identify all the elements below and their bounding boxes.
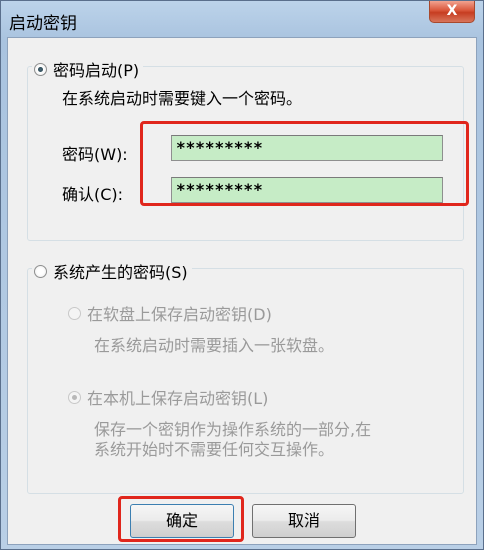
local-radio[interactable] bbox=[68, 390, 81, 404]
cancel-button[interactable]: 取消 bbox=[252, 504, 356, 538]
system-key-radio[interactable] bbox=[34, 264, 47, 278]
close-button[interactable]: X bbox=[429, 1, 475, 23]
local-label: 在本机上保存启动密钥(L) bbox=[87, 389, 269, 408]
local-option[interactable]: 在本机上保存启动密钥(L) bbox=[66, 385, 272, 409]
highlight-frame-ok bbox=[118, 496, 244, 542]
system-key-label: 系统产生的密码(S) bbox=[53, 263, 188, 282]
password-label: 密码(W): bbox=[62, 145, 128, 164]
close-icon: X bbox=[446, 3, 458, 19]
floppy-option[interactable]: 在软盘上保存启动密钥(D) bbox=[66, 301, 276, 325]
floppy-radio[interactable] bbox=[68, 306, 81, 320]
local-description-line2: 系统开始时不需要任何交互操作。 bbox=[94, 440, 335, 459]
system-key-option[interactable]: 系统产生的密码(S) bbox=[32, 259, 192, 283]
floppy-description: 在系统启动时需要插入一张软盘。 bbox=[94, 336, 335, 355]
startup-key-dialog: 启动密钥 X 密码启动(P) 在系统启动时需要键入一个密码。 密码(W): **… bbox=[0, 0, 484, 550]
title-bar[interactable]: 启动密钥 X bbox=[1, 1, 483, 37]
password-startup-radio[interactable] bbox=[34, 62, 47, 76]
dialog-client-area: 密码启动(P) 在系统启动时需要键入一个密码。 密码(W): *********… bbox=[7, 37, 477, 545]
password-startup-option[interactable]: 密码启动(P) bbox=[32, 57, 144, 81]
password-startup-label: 密码启动(P) bbox=[53, 61, 140, 80]
confirm-label: 确认(C): bbox=[62, 185, 124, 204]
window-title: 启动密钥 bbox=[9, 14, 77, 34]
floppy-label: 在软盘上保存启动密钥(D) bbox=[87, 305, 272, 324]
highlight-frame-passwords bbox=[140, 121, 469, 206]
password-startup-description: 在系统启动时需要键入一个密码。 bbox=[62, 89, 303, 108]
